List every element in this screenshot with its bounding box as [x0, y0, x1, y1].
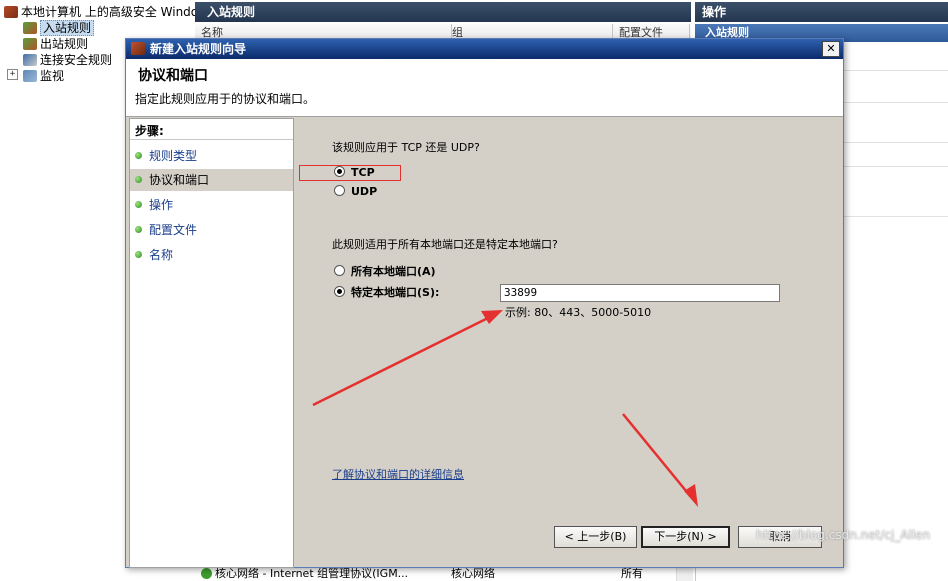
tree-item-label: 出站规则 — [40, 37, 89, 51]
port-input[interactable]: 33899 — [500, 284, 780, 302]
new-inbound-rule-wizard: 新建入站规则向导 ✕ 协议和端口 指定此规则应用于的协议和端口。 步骤: 规则类… — [125, 38, 844, 568]
radio-udp[interactable]: UDP — [334, 184, 377, 200]
steps-panel: 步骤: 规则类型 协议和端口 操作 配置文件 名称 — [129, 118, 294, 568]
page-title: 协议和端口 — [138, 68, 208, 84]
radio-specific-ports[interactable]: 特定本地端口(S): — [334, 285, 439, 301]
radio-tcp-label: TCP — [351, 166, 375, 179]
dialog-titlebar[interactable]: 新建入站规则向导 ✕ — [126, 39, 843, 59]
radio-unselected-icon — [334, 185, 345, 196]
port-example: 示例: 80、443、5000-5010 — [505, 306, 652, 319]
tree-item-connection-security[interactable]: 连接安全规则 — [23, 52, 112, 68]
step-profile[interactable]: 配置文件 — [130, 219, 293, 241]
radio-udp-label: UDP — [351, 185, 378, 198]
protocol-question: 该规则应用于 TCP 还是 UDP? — [332, 141, 480, 154]
step-dot-icon — [135, 251, 142, 258]
step-dot-icon — [135, 226, 142, 233]
step-label: 协议和端口 — [149, 173, 210, 187]
rules-icon — [23, 22, 37, 34]
step-label: 规则类型 — [149, 149, 198, 163]
table-row[interactable]: 核心网络 - Internet 组管理协议(IGM... 核心网络 所有 — [195, 566, 691, 581]
next-button[interactable]: 下一步(N) > — [641, 526, 730, 548]
steps-title: 步骤: — [135, 124, 164, 138]
wizard-content: 该规则应用于 TCP 还是 UDP? TCP UDP 此规则适用于所有本地端口还… — [295, 118, 842, 568]
step-dot-icon — [135, 176, 142, 183]
tree-item-label: 监视 — [40, 69, 65, 83]
tree-item-inbound[interactable]: 入站规则 — [23, 20, 95, 36]
step-label: 名称 — [149, 248, 174, 262]
expand-icon[interactable]: + — [7, 69, 18, 80]
step-rule-type[interactable]: 规则类型 — [130, 145, 293, 167]
divider — [130, 139, 293, 140]
radio-tcp[interactable]: TCP — [334, 165, 375, 181]
monitor-icon — [23, 70, 37, 82]
step-action[interactable]: 操作 — [130, 194, 293, 216]
back-button[interactable]: < 上一步(B) — [554, 526, 637, 548]
tree-item-outbound[interactable]: 出站规则 — [23, 36, 88, 52]
firewall-icon — [131, 42, 145, 55]
page-subtitle: 指定此规则应用于的协议和端口。 — [135, 92, 316, 106]
step-label: 操作 — [149, 198, 174, 212]
row-group: 核心网络 — [451, 567, 495, 580]
radio-selected-icon — [334, 166, 345, 177]
dialog-title: 新建入站规则向导 — [150, 42, 247, 56]
row-profile: 所有 — [621, 567, 643, 580]
close-button[interactable]: ✕ — [822, 41, 840, 57]
tree-item-monitor[interactable]: 监视 — [23, 68, 64, 84]
radio-all-ports[interactable]: 所有本地端口(A) — [334, 264, 436, 280]
port-question: 此规则适用于所有本地端口还是特定本地端口? — [332, 238, 558, 251]
center-pane-title: 入站规则 — [195, 2, 691, 22]
tree-item-label: 入站规则 — [40, 20, 95, 36]
row-name: 核心网络 - Internet 组管理协议(IGM... — [215, 567, 409, 580]
step-dot-icon — [135, 201, 142, 208]
watermark: https://blog.csdn.net/cj_Allen — [756, 528, 931, 542]
learn-more-link[interactable]: 了解协议和端口的详细信息 — [332, 466, 464, 482]
radio-specific-ports-label: 特定本地端口(S): — [351, 286, 440, 299]
rules-icon — [23, 38, 37, 50]
step-protocol-and-ports[interactable]: 协议和端口 — [130, 169, 293, 191]
step-label: 配置文件 — [149, 223, 198, 237]
step-name[interactable]: 名称 — [130, 244, 293, 266]
actions-pane-title: 操作 — [695, 2, 948, 22]
firewall-icon — [4, 6, 18, 18]
step-dot-icon — [135, 152, 142, 159]
radio-selected-icon — [334, 286, 345, 297]
wizard-header: 协议和端口 指定此规则应用于的协议和端口。 — [126, 59, 843, 117]
radio-unselected-icon — [334, 265, 345, 276]
radio-all-ports-label: 所有本地端口(A) — [351, 265, 436, 278]
tree-item-label: 连接安全规则 — [40, 53, 113, 67]
connection-security-icon — [23, 54, 37, 66]
enabled-check-icon — [201, 568, 212, 579]
